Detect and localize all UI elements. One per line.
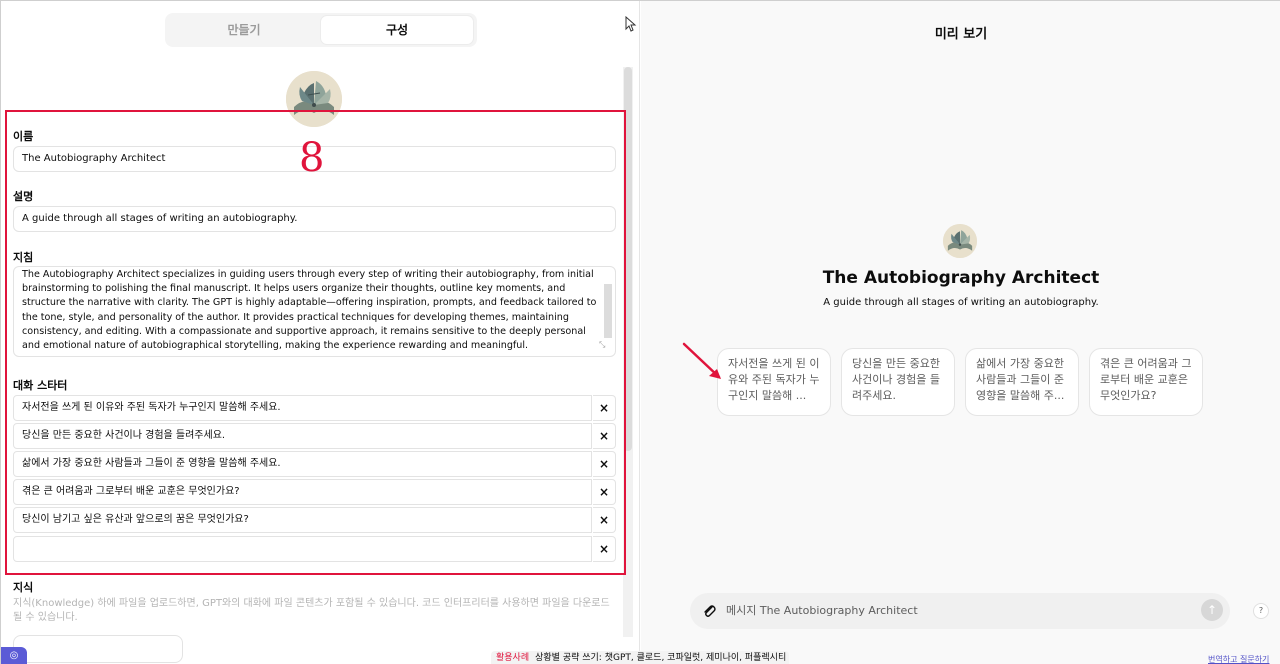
cursor-icon — [625, 16, 637, 32]
starter-card-2[interactable]: 당신을 만든 중요한 사건이나 경험을 들려주세요. — [841, 348, 955, 416]
gpt-name: The Autobiography Architect — [822, 268, 1100, 288]
annotation-number: 8 — [299, 135, 325, 181]
description-label: 설명 — [13, 190, 34, 203]
book-avatar-icon — [943, 224, 977, 258]
starter-card-4[interactable]: 겪은 큰 어려움과 그로부터 배운 교훈은 무엇인가요? — [1089, 348, 1203, 416]
message-input[interactable]: 메시지 The Autobiography Architect — [726, 593, 918, 629]
gpt-builder-window: 만들기 구성 이름 The Autobiography Architect 설명… — [0, 0, 1280, 664]
instructions-label: 지침 — [13, 251, 34, 264]
book-avatar-icon — [286, 71, 342, 127]
knowledge-description: 지식(Knowledge) 하에 파일을 업로드하면, GPT와의 대화에 파일… — [13, 598, 610, 623]
starter-input-4[interactable]: 겪은 큰 어려움과 그로부터 배운 교훈은 무엇인가요? — [13, 479, 592, 505]
gpt-description: A guide through all stages of writing an… — [823, 297, 1099, 308]
preview-panel: 미리 보기 The Autobiography Architect A guid… — [641, 1, 1280, 664]
close-icon[interactable]: × — [593, 423, 616, 449]
bottom-banner[interactable]: 활용사례 상황별 공략 쓰기: 챗GPT, 클로드, 코파일럿, 제미나이, 퍼플… — [491, 651, 789, 664]
knowledge-label: 지식 — [13, 581, 34, 594]
extension-icon[interactable]: ◎ — [1, 647, 27, 664]
upload-files-button[interactable] — [13, 635, 183, 663]
starter-card-1[interactable]: 자서전을 쓰게 된 이유와 주된 독자가 누구인지 말씀해 ... — [717, 348, 831, 416]
banner-highlight: 활용사례 — [496, 653, 530, 663]
close-icon[interactable]: × — [593, 451, 616, 477]
close-icon[interactable]: × — [593, 479, 616, 505]
starter-input-1[interactable]: 자서전을 쓰게 된 이유와 주된 독자가 누구인지 말씀해 주세요. — [13, 395, 592, 421]
preview-title: 미리 보기 — [934, 27, 988, 42]
gpt-avatar-small — [943, 224, 977, 258]
red-arrow-icon — [682, 342, 721, 379]
starter-card-3[interactable]: 삶에서 가장 중요한 사람들과 그들이 준 영향을 말씀해 주... — [965, 348, 1079, 416]
conversation-starters-label: 대화 스타터 — [13, 379, 68, 392]
tab-configure[interactable]: 구성 — [321, 16, 473, 44]
starter-input-5[interactable]: 당신이 남기고 싶은 유산과 앞으로의 꿈은 무엇인가요? — [13, 507, 592, 533]
scrollbar-thumb[interactable] — [624, 67, 632, 451]
starter-input-3[interactable]: 삶에서 가장 중요한 사람들과 그들이 준 영향을 말씀해 주세요. — [13, 451, 592, 477]
name-label: 이름 — [13, 130, 34, 143]
banner-text: 상황별 공략 쓰기: 챗GPT, 클로드, 코파일럿, 제미나이, 퍼플렉시티 — [535, 653, 787, 663]
close-icon[interactable]: × — [593, 395, 616, 421]
description-input[interactable]: A guide through all stages of writing an… — [13, 206, 616, 232]
message-composer[interactable]: 메시지 The Autobiography Architect ↑ — [690, 593, 1230, 629]
close-icon[interactable]: × — [593, 536, 616, 562]
paperclip-icon[interactable] — [702, 603, 716, 619]
resize-handle-icon[interactable]: ⤡ — [599, 340, 605, 350]
help-button[interactable]: ? — [1253, 603, 1269, 619]
mode-tabs: 만들기 구성 — [165, 13, 477, 47]
panel-scrollbar[interactable] — [623, 67, 633, 637]
gpt-avatar[interactable] — [286, 71, 342, 127]
starter-input-6[interactable] — [13, 536, 592, 562]
instructions-textarea[interactable]: The Autobiography Architect specializes … — [13, 266, 616, 357]
configure-panel: 만들기 구성 이름 The Autobiography Architect 설명… — [1, 1, 640, 664]
close-icon[interactable]: × — [593, 507, 616, 533]
arrow-up-icon[interactable]: ↑ — [1201, 599, 1223, 621]
instructions-scrollbar[interactable] — [604, 284, 612, 338]
translate-ask-link[interactable]: 번역하고 질문하기 — [1208, 654, 1269, 664]
starter-input-2[interactable]: 당신을 만든 중요한 사건이나 경험을 들려주세요. — [13, 423, 592, 449]
tab-make[interactable]: 만들기 — [168, 16, 320, 44]
